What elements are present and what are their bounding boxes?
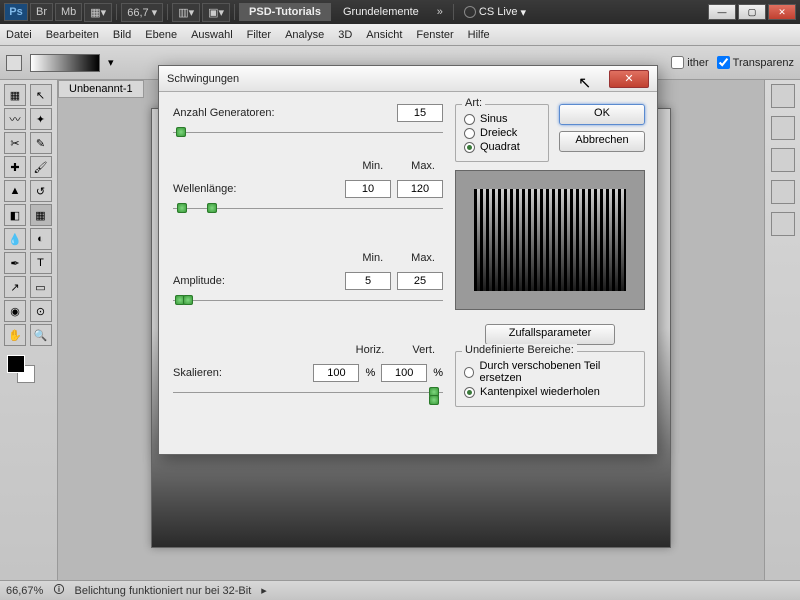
dither-checkbox[interactable]: ither [671, 56, 708, 69]
menu-3d[interactable]: 3D [338, 29, 352, 41]
type-dreieck-radio[interactable]: Dreieck [464, 127, 540, 139]
menu-filter[interactable]: Filter [247, 29, 271, 41]
maximize-button[interactable]: ▢ [738, 4, 766, 20]
menu-ansicht[interactable]: Ansicht [366, 29, 402, 41]
workspace-tab-grundelemente[interactable]: Grundelemente [333, 3, 429, 21]
photoshop-logo-icon: Ps [4, 3, 28, 21]
status-zoom[interactable]: 66,67% [6, 585, 43, 597]
gradient-tool-icon[interactable]: ▦ [30, 204, 52, 226]
3d-tool-icon[interactable]: ◉ [4, 300, 26, 322]
brush-tool-icon[interactable]: 🖌 [30, 156, 52, 178]
cs-live-button[interactable]: CS Live ▾ [458, 6, 532, 19]
wand-tool-icon[interactable]: ✦ [30, 108, 52, 130]
document-tab[interactable]: Unbenannt-1 [58, 80, 144, 98]
menu-bild[interactable]: Bild [113, 29, 131, 41]
eyedropper-tool-icon[interactable]: ✎ [30, 132, 52, 154]
close-button[interactable]: ✕ [768, 4, 796, 20]
wavelength-min-input[interactable] [345, 180, 391, 198]
right-panels [764, 80, 800, 580]
generators-input[interactable] [397, 104, 443, 122]
panel-icon-2[interactable] [771, 116, 795, 140]
foreground-color[interactable] [7, 355, 25, 373]
cancel-button[interactable]: Abbrechen [559, 131, 645, 152]
type-fieldset: Art: Sinus Dreieck Quadrat [455, 104, 549, 162]
panel-icon-1[interactable] [771, 84, 795, 108]
tool-preset-picker[interactable] [6, 55, 22, 71]
menu-bar: Datei Bearbeiten Bild Ebene Auswahl Filt… [0, 24, 800, 46]
color-swatches[interactable] [4, 352, 53, 382]
wavelength-label: Wellenlänge: [173, 183, 293, 195]
randomize-button[interactable]: Zufallsparameter [485, 324, 615, 345]
workspace-tab-psd-tutorials[interactable]: PSD-Tutorials [239, 3, 331, 21]
hand-tool-icon[interactable]: ✋ [4, 324, 26, 346]
arrange-button[interactable]: ▥▾ [172, 3, 200, 22]
crop-tool-icon[interactable]: ✂ [4, 132, 26, 154]
marquee-tool-icon[interactable]: ↖ [30, 84, 52, 106]
wavelength-slider[interactable] [173, 208, 443, 222]
view-options-button[interactable]: ▦▾ [84, 3, 112, 22]
pen-tool-icon[interactable]: ✒ [4, 252, 26, 274]
more-workspaces[interactable]: » [431, 6, 449, 18]
menu-hilfe[interactable]: Hilfe [468, 29, 490, 41]
amplitude-slider[interactable] [173, 300, 443, 314]
undefined-areas-fieldset: Undefinierte Bereiche: Durch verschobene… [455, 351, 645, 407]
type-quadrat-radio[interactable]: Quadrat [464, 141, 540, 153]
menu-auswahl[interactable]: Auswahl [191, 29, 233, 41]
screen-mode-button[interactable]: ▣▾ [202, 3, 230, 22]
dodge-tool-icon[interactable]: ◐ [30, 228, 52, 250]
history-brush-tool-icon[interactable]: ↺ [30, 180, 52, 202]
3d-camera-tool-icon[interactable]: ⊙ [30, 300, 52, 322]
zoom-level[interactable]: 66,7 ▾ [121, 3, 163, 22]
minibridge-button[interactable]: Mb [55, 3, 82, 21]
scale-label: Skalieren: [173, 367, 293, 379]
menu-fenster[interactable]: Fenster [416, 29, 453, 41]
status-bar: 66,67% 🛈 Belichtung funktioniert nur bei… [0, 580, 800, 600]
menu-bearbeiten[interactable]: Bearbeiten [46, 29, 99, 41]
undef-wrap-radio[interactable]: Durch verschobenen Teil ersetzen [464, 360, 636, 384]
transparency-checkbox[interactable]: Transparenz [717, 56, 794, 69]
undef-repeat-radio[interactable]: Kantenpixel wiederholen [464, 386, 636, 398]
dialog-title: Schwingungen [167, 73, 239, 85]
panel-icon-4[interactable] [771, 180, 795, 204]
dialog-titlebar[interactable]: Schwingungen ✕ [159, 66, 657, 92]
menu-datei[interactable]: Datei [6, 29, 32, 41]
scale-vert-input[interactable] [381, 364, 427, 382]
gradient-preview[interactable] [30, 54, 100, 72]
type-sinus-radio[interactable]: Sinus [464, 113, 540, 125]
menu-ebene[interactable]: Ebene [145, 29, 177, 41]
menu-analyse[interactable]: Analyse [285, 29, 324, 41]
wave-preview [455, 170, 645, 310]
generators-label: Anzahl Generatoren: [173, 107, 293, 119]
panel-icon-3[interactable] [771, 148, 795, 172]
type-tool-icon[interactable]: T [30, 252, 52, 274]
status-message: Belichtung funktioniert nur bei 32-Bit [75, 585, 252, 597]
zoom-tool-icon[interactable]: 🔍 [30, 324, 52, 346]
blur-tool-icon[interactable]: 💧 [4, 228, 26, 250]
panel-icon-5[interactable] [771, 212, 795, 236]
wave-filter-dialog: Schwingungen ✕ Anzahl Generatoren: Min.M… [158, 65, 658, 455]
amplitude-label: Amplitude: [173, 275, 293, 287]
lasso-tool-icon[interactable]: 〰 [4, 108, 26, 130]
move-tool-icon[interactable]: ▦ [4, 84, 26, 106]
generators-slider[interactable] [173, 132, 443, 146]
heal-tool-icon[interactable]: ✚ [4, 156, 26, 178]
amplitude-max-input[interactable] [397, 272, 443, 290]
scale-slider[interactable] [173, 392, 443, 406]
bridge-button[interactable]: Br [30, 3, 53, 21]
path-select-tool-icon[interactable]: ↗ [4, 276, 26, 298]
eraser-tool-icon[interactable]: ◧ [4, 204, 26, 226]
amplitude-min-input[interactable] [345, 272, 391, 290]
ok-button[interactable]: OK [559, 104, 645, 125]
minimize-button[interactable]: — [708, 4, 736, 20]
dialog-close-button[interactable]: ✕ [609, 70, 649, 88]
title-bar: Ps Br Mb ▦▾ 66,7 ▾ ▥▾ ▣▾ PSD-Tutorials G… [0, 0, 800, 24]
gradient-picker-arrow[interactable]: ▾ [108, 56, 114, 69]
tools-panel: ▦ ↖ 〰 ✦ ✂ ✎ ✚ 🖌 ▲ ↺ ◧ ▦ 💧 ◐ ✒ T ↗ ▭ ◉ ⊙ … [0, 80, 58, 580]
shape-tool-icon[interactable]: ▭ [30, 276, 52, 298]
scale-horiz-input[interactable] [313, 364, 359, 382]
stamp-tool-icon[interactable]: ▲ [4, 180, 26, 202]
wavelength-max-input[interactable] [397, 180, 443, 198]
